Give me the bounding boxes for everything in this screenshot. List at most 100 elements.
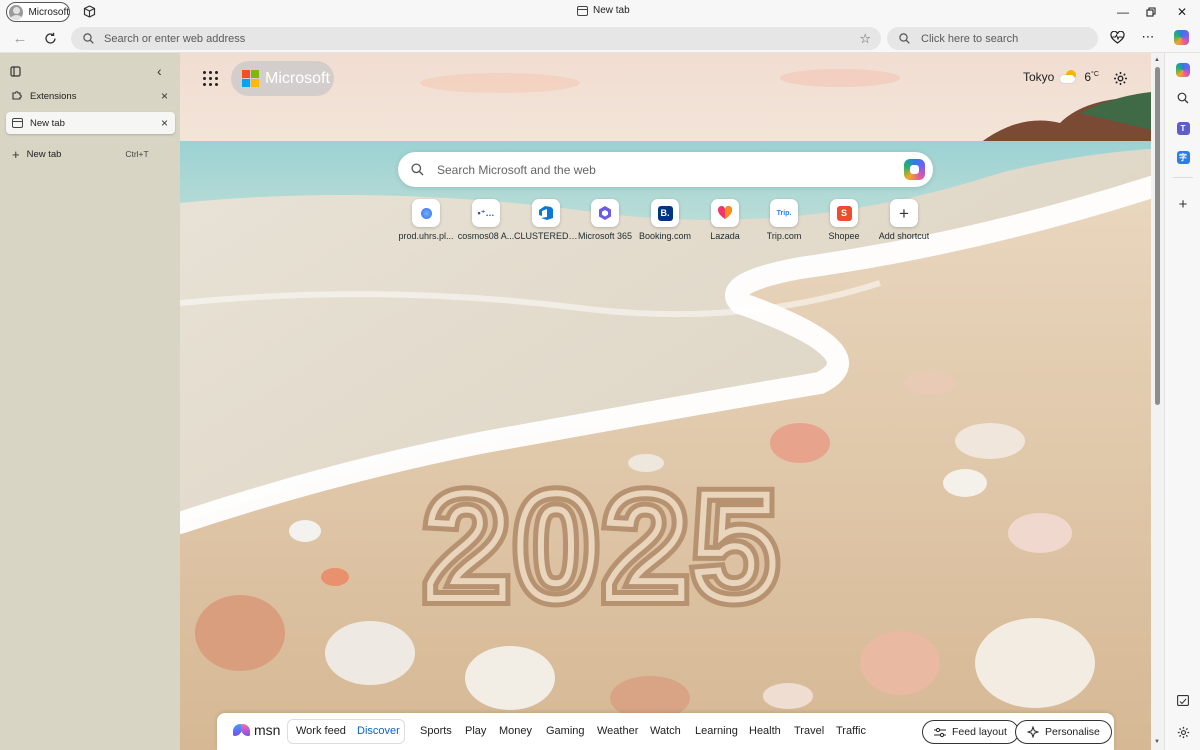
tab-gaming[interactable]: Gaming [546,725,585,737]
tab-learning[interactable]: Learning [695,725,738,737]
microsoft-brand-text: Microsoft [265,69,330,87]
shortcut-trip[interactable]: Trip. Trip.com [754,199,814,241]
restore-button[interactable] [1142,3,1160,21]
translator-button[interactable]: 字 [1174,148,1192,166]
shortcut-clustered[interactable]: CLUSTERED ... [514,199,578,241]
copilot-icon[interactable] [904,159,925,180]
search-icon [1177,92,1189,104]
search-sidebar-button[interactable] [1174,89,1192,107]
tab-travel[interactable]: Travel [794,725,824,737]
shortcut-label: Trip.com [766,231,802,241]
refresh-icon [44,32,56,44]
lazada-icon [717,206,733,219]
vertical-tab-extensions[interactable]: Extensions × [6,85,175,107]
panel-icon [1177,694,1189,706]
shortcut-cosmos[interactable]: •⁺… cosmos08 A... [456,199,516,241]
plus-icon: + [899,203,909,223]
address-placeholder: Search or enter web address [104,32,246,45]
teams-button[interactable]: T [1174,119,1192,137]
tab-icon [12,118,23,128]
web-search-placeholder: Search Microsoft and the web [437,162,596,177]
avatar [9,4,24,20]
weather-city: Tokyo [1023,70,1055,84]
personalise-button[interactable]: Personalise [1015,720,1112,744]
page-scrollbar[interactable]: ▲ ▼ [1151,53,1164,750]
copilot-button[interactable] [1172,28,1190,46]
new-tab-label: New tab [26,148,62,160]
shortcut-booking[interactable]: B. Booking.com [635,199,695,241]
search-icon [899,33,910,44]
teams-icon: T [1176,121,1190,135]
shortcut-lazada[interactable]: Lazada [695,199,755,241]
more-menu-button[interactable]: ⋯ [1139,28,1157,46]
feed-layout-button[interactable]: Feed layout [922,720,1019,744]
shopee-icon: S [836,205,852,221]
weather-widget[interactable]: Tokyo 6°C [1023,70,1099,84]
gear-icon [1113,71,1127,85]
new-tab-button[interactable]: + New tab Ctrl+T [6,143,175,165]
tab-work-feed[interactable]: Work feed [296,725,346,737]
workspaces-icon[interactable] [83,5,96,18]
tab-money[interactable]: Money [499,725,532,737]
refresh-button[interactable] [40,28,60,48]
tab-icon [577,5,588,16]
search-placeholder: Click here to search [921,32,1019,45]
personalise-label: Personalise [1045,726,1100,738]
heart-pulse-icon [1109,30,1125,44]
page-settings-button[interactable] [1111,69,1129,87]
gear-icon [1177,726,1189,738]
tab-actions-icon[interactable] [10,66,21,77]
shortcut-uhrs[interactable]: prod.uhrs.pl... [396,199,456,241]
browser-essentials-button[interactable] [1108,28,1126,46]
tab-weather[interactable]: Weather [597,725,638,737]
collapse-pane-button[interactable]: ‹ [157,63,162,79]
microsoft-logo[interactable]: Microsoft [231,61,334,96]
back-button[interactable]: ← [10,28,30,48]
partly-cloudy-icon [1060,70,1078,84]
title-bar: Microsoft New tab — ✕ [0,0,1200,24]
minimize-button[interactable]: — [1114,3,1132,21]
profile-button[interactable]: Microsoft [6,2,70,22]
copilot-sidebar-button[interactable] [1174,61,1192,79]
msn-logo[interactable]: msn [233,722,280,738]
sidebar-divider [1173,177,1193,178]
vertical-tab-new-tab[interactable]: New tab × [6,112,175,134]
extensions-icon [12,89,23,103]
plus-icon: + [12,146,20,162]
tab-discover[interactable]: Discover [357,725,400,737]
tab-health[interactable]: Health [749,725,781,737]
sand-writing-2025-inner: 2025 [425,462,783,630]
add-sidebar-app-button[interactable]: + [1174,195,1192,213]
navigation-bar: ← Search or enter web address ☆ Click he… [0,24,1200,53]
scroll-down-arrow[interactable]: ▼ [1154,739,1160,745]
trip-icon: Trip. [776,209,792,217]
address-bar[interactable]: Search or enter web address ☆ [71,27,881,50]
sidebar-settings-button[interactable] [1174,723,1192,741]
cosmos-icon: •⁺… [477,207,495,218]
close-tab-icon[interactable]: × [161,116,168,130]
shortcut-microsoft-365[interactable]: Microsoft 365 [575,199,635,241]
close-window-button[interactable]: ✕ [1173,3,1191,21]
app-launcher-button[interactable] [203,71,218,86]
shortcut-label: Booking.com [638,231,692,241]
shortcut-shopee[interactable]: S Shopee [814,199,874,241]
toolbar-search-box[interactable]: Click here to search [887,27,1098,50]
scroll-up-arrow[interactable]: ▲ [1154,57,1160,63]
close-tab-icon[interactable]: × [161,89,168,103]
hide-sidebar-button[interactable] [1174,691,1192,709]
add-shortcut-button[interactable]: + Add shortcut [874,199,934,241]
scroll-thumb[interactable] [1155,67,1160,405]
tab-traffic[interactable]: Traffic [836,725,866,737]
tab-watch[interactable]: Watch [650,725,681,737]
vertical-tabs-panel: ‹ Extensions × New tab × + New tab Ctrl+… [0,53,180,750]
web-search-box[interactable]: Search Microsoft and the web [398,152,933,187]
shortcut-label: prod.uhrs.pl... [398,231,454,241]
favorite-star-icon[interactable]: ☆ [859,31,871,47]
sparkle-icon [1027,726,1039,738]
vertical-tab-label: New tab [30,117,65,129]
profile-label: Microsoft [28,6,69,18]
msn-feed-bar: msn Work feed Discover Sports Play Money… [217,713,1114,750]
new-tab-shortcut: Ctrl+T [125,149,149,159]
tab-play[interactable]: Play [465,725,486,737]
tab-sports[interactable]: Sports [420,725,452,737]
